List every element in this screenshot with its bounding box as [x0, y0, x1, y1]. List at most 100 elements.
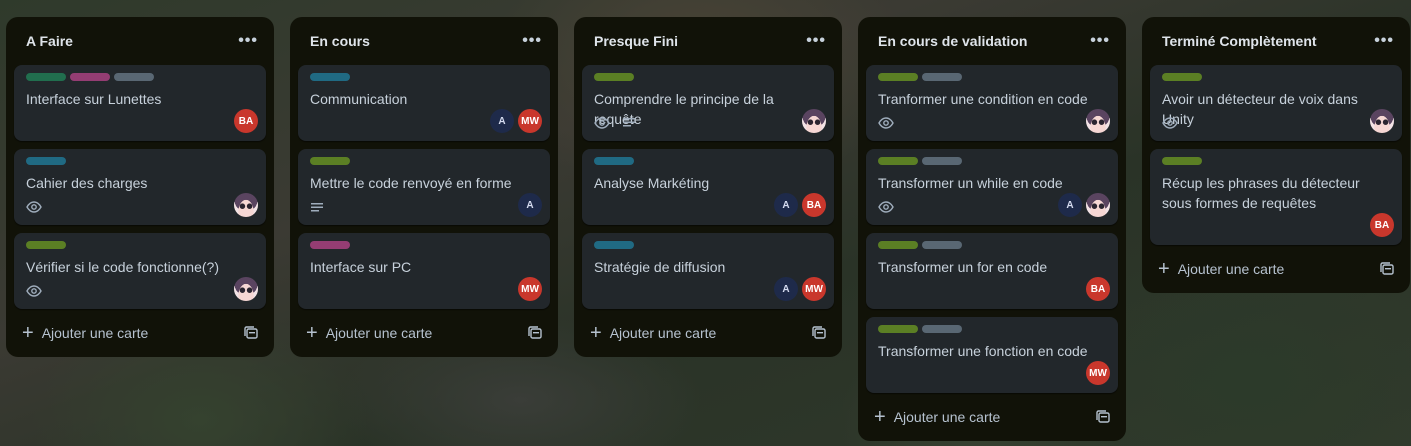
add-card-button[interactable]: + Ajouter une carte	[22, 322, 149, 344]
card-label[interactable]	[922, 241, 962, 249]
list-menu-icon[interactable]: •••	[1374, 32, 1394, 50]
list-menu-icon[interactable]: •••	[1090, 32, 1110, 50]
member-avatar[interactable]: MW	[1086, 361, 1110, 385]
watch-eye-icon	[26, 283, 42, 299]
plus-icon: +	[1158, 258, 1170, 280]
card[interactable]: Transformer un for en code BA	[866, 233, 1118, 309]
add-card-label: Ajouter une carte	[1177, 261, 1285, 277]
add-card-button[interactable]: + Ajouter une carte	[306, 322, 432, 344]
card-label[interactable]	[310, 241, 350, 249]
card-members: A MW	[490, 109, 542, 133]
card-label[interactable]	[878, 325, 918, 333]
card-labels	[878, 157, 1106, 165]
card-list: Interface sur Lunettes BA Cahier des charg…	[14, 65, 266, 309]
card-label[interactable]	[878, 157, 918, 165]
member-avatar[interactable]: MW	[802, 277, 826, 301]
card-label[interactable]	[114, 73, 154, 81]
list-title[interactable]: Terminé Complètement	[1154, 33, 1317, 49]
description-icon	[622, 116, 636, 130]
card[interactable]: Vérifier si le code fonctionne(?)	[14, 233, 266, 309]
card[interactable]: Stratégie de diffusion A MW	[582, 233, 834, 309]
member-avatar[interactable]: BA	[234, 109, 258, 133]
member-avatar-picture[interactable]	[234, 193, 258, 217]
card[interactable]: Cahier des charges	[14, 149, 266, 225]
card-label[interactable]	[1162, 157, 1202, 165]
list-title[interactable]: En cours de validation	[870, 33, 1027, 49]
card[interactable]: Analyse Markéting A BA	[582, 149, 834, 225]
list-title[interactable]: Presque Fini	[586, 33, 678, 49]
card-list: Communication A MW Mettre le code renvoyé e…	[298, 65, 550, 309]
add-card-button[interactable]: + Ajouter une carte	[590, 323, 716, 343]
card[interactable]: Tranformer une condition en code	[866, 65, 1118, 141]
create-from-template-icon[interactable]	[244, 326, 258, 340]
list-menu-icon[interactable]: •••	[522, 32, 542, 50]
card-title: Interface sur PC	[310, 259, 412, 275]
card-members: BA	[1370, 213, 1394, 237]
card-members: A BA	[774, 193, 826, 217]
member-avatar-picture[interactable]	[1370, 109, 1394, 133]
card[interactable]: Récup les phrases du détecteur sous form…	[1150, 149, 1402, 245]
card[interactable]: Interface sur PC MW	[298, 233, 550, 309]
card-members: A	[518, 193, 542, 217]
member-avatar[interactable]: MW	[518, 109, 542, 133]
card-badges	[594, 115, 636, 131]
card-label[interactable]	[594, 73, 634, 81]
card-label[interactable]	[878, 73, 918, 81]
plus-icon: +	[306, 322, 318, 344]
card-members: A	[1058, 193, 1110, 217]
card[interactable]: Transformer une fonction en code MW	[866, 317, 1118, 393]
card[interactable]: Comprendre le principe de la requête	[582, 65, 834, 141]
card-title: Analyse Markéting	[594, 175, 710, 191]
card[interactable]: Avoir un détecteur de voix dans Unity	[1150, 65, 1402, 141]
card-label[interactable]	[594, 241, 634, 249]
card-title: Avoir un détecteur de voix dans Unity	[1162, 91, 1358, 127]
member-avatar[interactable]: A	[490, 109, 514, 133]
card-label[interactable]	[922, 157, 962, 165]
card-label[interactable]	[310, 73, 350, 81]
create-from-template-icon[interactable]	[812, 326, 826, 340]
card-label[interactable]	[26, 157, 66, 165]
card-label[interactable]	[70, 73, 110, 81]
description-icon	[310, 201, 324, 215]
create-from-template-icon[interactable]	[1380, 262, 1394, 276]
card-badges	[26, 283, 42, 299]
member-avatar[interactable]: A	[518, 193, 542, 217]
member-avatar[interactable]: BA	[802, 193, 826, 217]
member-avatar-picture[interactable]	[1086, 193, 1110, 217]
member-avatar-picture[interactable]	[802, 109, 826, 133]
add-card-button[interactable]: + Ajouter une carte	[874, 407, 1000, 427]
add-card-label: Ajouter une carte	[41, 325, 149, 341]
card-members	[1086, 109, 1110, 133]
card[interactable]: Interface sur Lunettes BA	[14, 65, 266, 141]
card-label[interactable]	[878, 241, 918, 249]
card-label[interactable]	[26, 241, 66, 249]
create-from-template-icon[interactable]	[1096, 410, 1110, 424]
card-label[interactable]	[594, 157, 634, 165]
card-labels	[310, 241, 538, 249]
card-label[interactable]	[1162, 73, 1202, 81]
list-menu-icon[interactable]: •••	[238, 32, 258, 50]
card[interactable]: Communication A MW	[298, 65, 550, 141]
member-avatar-picture[interactable]	[234, 277, 258, 301]
card-label[interactable]	[26, 73, 66, 81]
list-title[interactable]: A Faire	[18, 33, 73, 49]
card-title: Cahier des charges	[26, 175, 148, 191]
card-title: Communication	[310, 91, 408, 107]
card-label[interactable]	[922, 325, 962, 333]
member-avatar-picture[interactable]	[1086, 109, 1110, 133]
member-avatar[interactable]: A	[1058, 193, 1082, 217]
card[interactable]: Transformer un while en code A	[866, 149, 1118, 225]
plus-icon: +	[22, 322, 34, 344]
member-avatar[interactable]: BA	[1086, 277, 1110, 301]
card-label[interactable]	[310, 157, 350, 165]
card-label[interactable]	[922, 73, 962, 81]
list-title[interactable]: En cours	[302, 33, 370, 49]
list-menu-icon[interactable]: •••	[806, 32, 826, 50]
member-avatar[interactable]: A	[774, 277, 798, 301]
create-from-template-icon[interactable]	[528, 326, 542, 340]
member-avatar[interactable]: BA	[1370, 213, 1394, 237]
add-card-button[interactable]: + Ajouter une carte	[1158, 258, 1285, 280]
card[interactable]: Mettre le code renvoyé en forme A	[298, 149, 550, 225]
member-avatar[interactable]: A	[774, 193, 798, 217]
member-avatar[interactable]: MW	[518, 277, 542, 301]
